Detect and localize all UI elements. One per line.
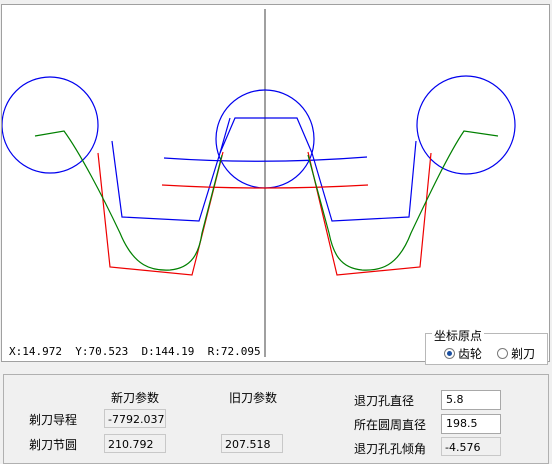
new-params-header: 新刀参数 [111,391,160,405]
old-params-header: 旧刀参数 [229,391,278,405]
relief-hole-angle-field: -4.576 [441,437,501,456]
origin-radio-group: 坐标原点 齿轮 剃刀 [425,327,548,365]
circle-diameter-label: 所在圆周直径 [354,418,427,432]
green-gear-profile-right [307,130,499,271]
radio-gear[interactable]: 齿轮 [444,345,482,362]
radio-gear-indicator[interactable] [444,348,455,359]
green-gear-profile-left [34,130,223,271]
origin-group-title: 坐标原点 [432,327,485,344]
relief-hole-angle-label: 退刀孔孔倾角 [354,442,427,456]
right-hole-circle [416,75,516,175]
radio-shaver-indicator[interactable] [497,348,508,359]
blue-shaver-profile-left [111,117,313,222]
radio-gear-label: 齿轮 [458,347,483,361]
shaver-pitch-circle-new-field: 210.792 [104,434,166,453]
circle-diameter-input[interactable]: 198.5 [441,414,501,434]
radio-shaver-label: 剃刀 [511,347,536,361]
relief-hole-diameter-input[interactable]: 5.8 [441,390,501,410]
parameters-panel: 新刀参数 旧刀参数 剃刀导程 -7792.037 剃刀节圆 210.792 20… [3,374,549,464]
shaver-lead-new-field: -7792.037 [104,409,166,428]
shaver-pitch-circle-old-field: 207.518 [221,434,283,453]
left-hole-circle [2,76,99,174]
shaver-pitch-circle-label: 剃刀节圆 [29,438,78,452]
blue-shaver-profile-right [219,117,417,222]
shaver-lead-label: 剃刀导程 [29,413,78,427]
coordinate-readout: X:14.972 Y:70.523 D:144.19 R:72.095 [9,345,261,358]
relief-hole-diameter-label: 退刀孔直径 [354,394,415,408]
drawing-canvas[interactable]: X:14.972 Y:70.523 D:144.19 R:72.095 坐标原点… [1,4,550,365]
radio-shaver[interactable]: 剃刀 [497,345,535,362]
